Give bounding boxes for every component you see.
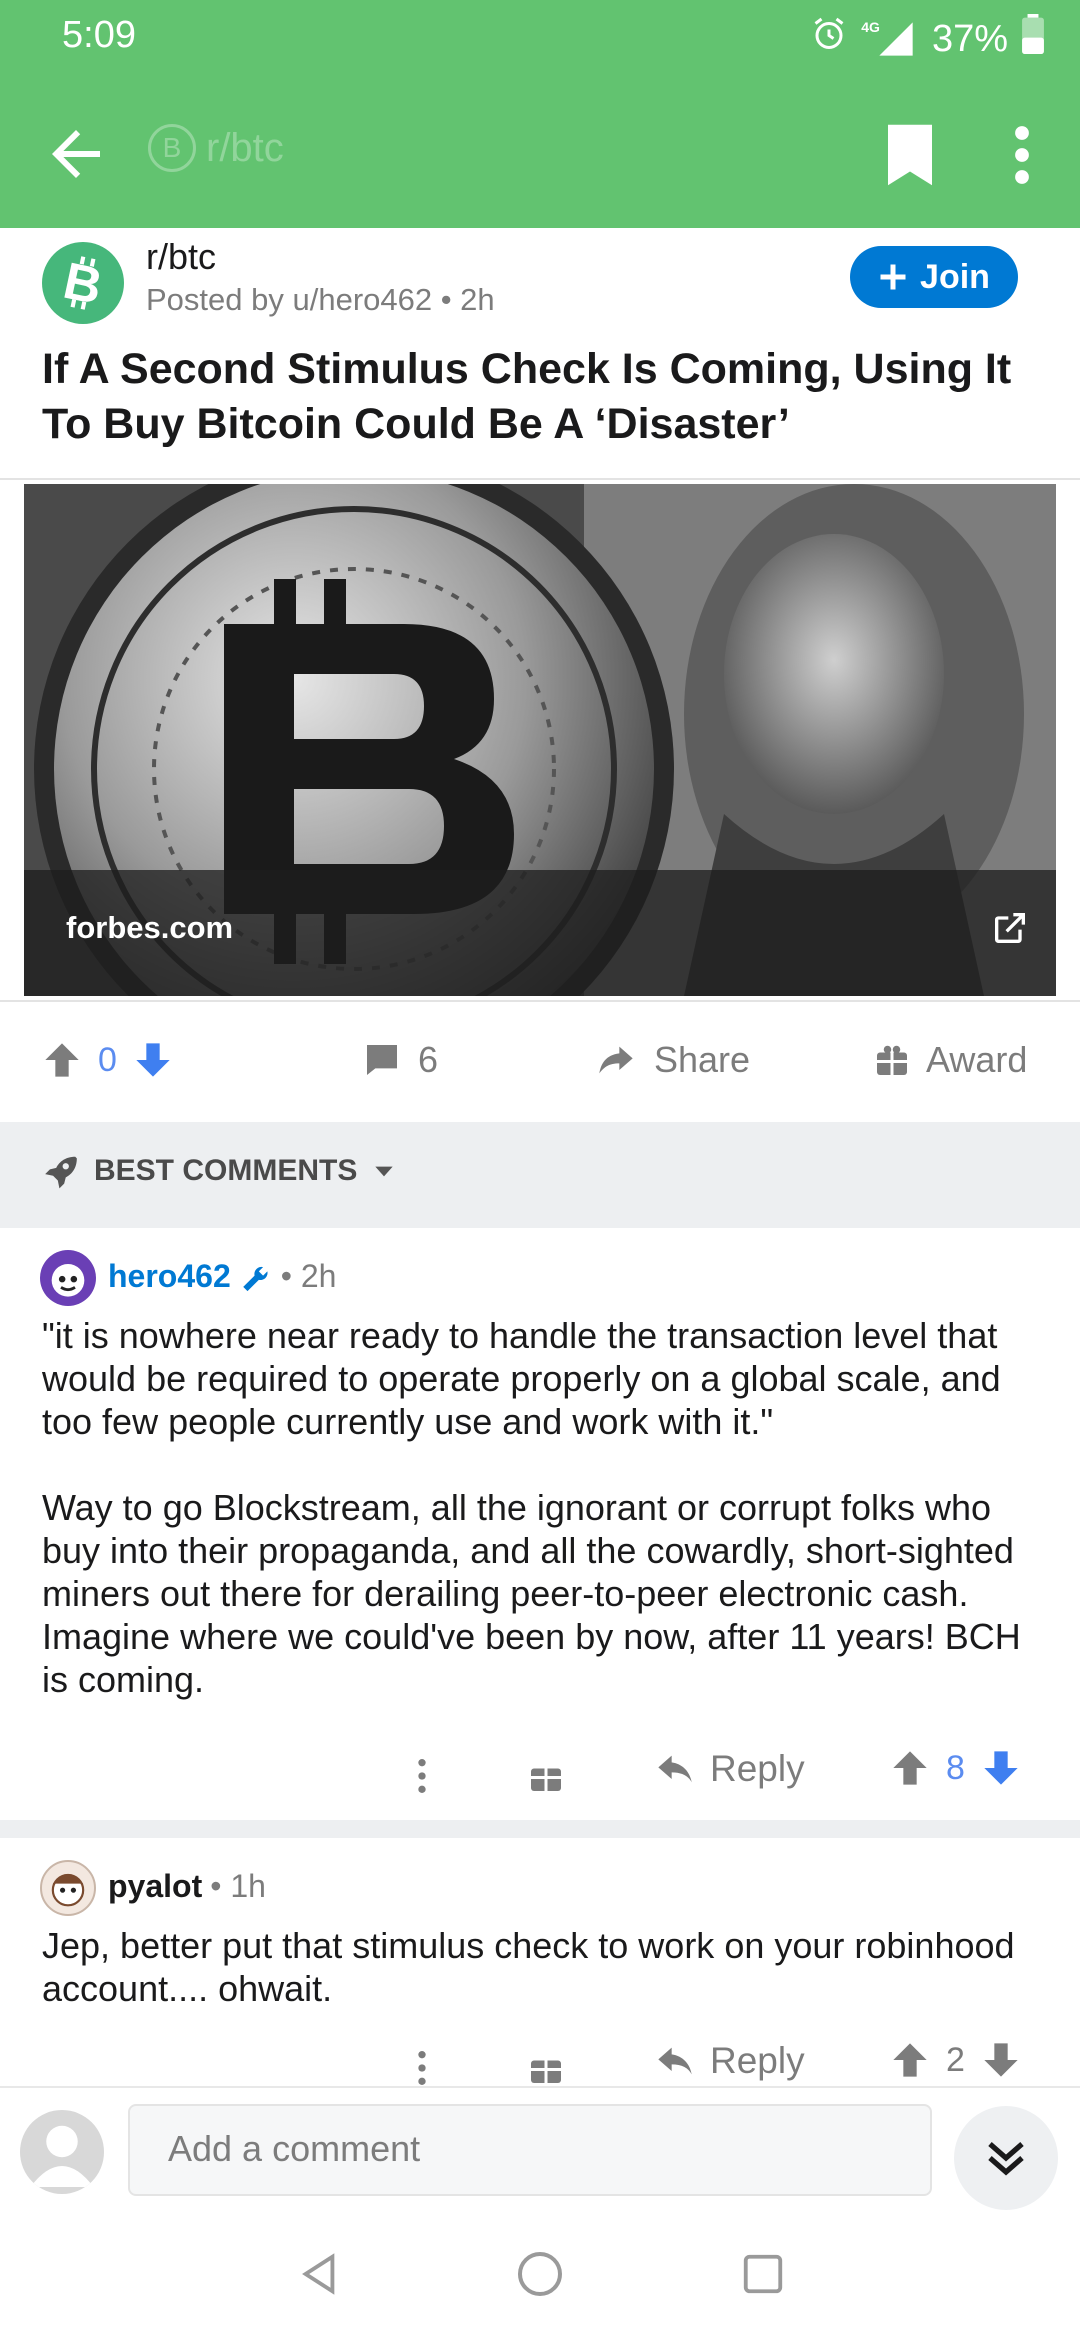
award-icon xyxy=(877,1045,907,1075)
comments-button[interactable]: 6 xyxy=(362,1028,438,1092)
comment-item: hero462 • 2h "it is nowhere near ready t… xyxy=(0,1228,1080,1820)
ghost-subreddit-icon: B xyxy=(148,124,196,172)
chevron-down-icon xyxy=(375,1166,394,1177)
post-action-bar: 0 6 Share Award xyxy=(0,998,1080,1122)
battery-icon xyxy=(1022,14,1044,64)
comment-paragraph: Jep, better put that stimulus check to w… xyxy=(42,1925,1015,2009)
more-vertical-icon xyxy=(1015,126,1029,184)
battery-percent: 37% xyxy=(931,17,1008,60)
status-icons: 4G 37% xyxy=(811,14,1044,64)
comment-action-bar: Reply 2 xyxy=(0,2036,1080,2086)
external-link-icon[interactable] xyxy=(990,908,1030,948)
comment-score: 2 xyxy=(946,2040,965,2079)
link-caption-bar: forbes.com xyxy=(24,870,1056,996)
comment-vote-group: 8 xyxy=(890,1748,1021,1788)
upvote-icon[interactable] xyxy=(42,1040,82,1080)
collapse-comments-button[interactable] xyxy=(954,2106,1058,2210)
mod-wrench-icon xyxy=(242,1266,268,1291)
downvote-icon[interactable] xyxy=(981,2040,1021,2080)
award-icon[interactable] xyxy=(528,2050,564,2086)
subreddit-name[interactable]: r/btc xyxy=(146,236,216,278)
reply-label: Reply xyxy=(710,1748,805,1789)
system-nav-bar xyxy=(0,2210,1080,2340)
sort-label: BEST COMMENTS xyxy=(94,1154,358,1187)
comment-vote-group: 2 xyxy=(890,2040,1021,2080)
comment-body: Jep, better put that stimulus check to w… xyxy=(42,1924,1052,2010)
subreddit-avatar[interactable]: B xyxy=(42,242,124,324)
comment-count: 6 xyxy=(418,1039,439,1080)
more-options-button[interactable] xyxy=(1000,122,1044,188)
link-preview-card[interactable]: forbes.com xyxy=(0,478,1080,1002)
comment-meta: pyalot • 1h xyxy=(108,1868,266,1905)
comment-score: 8 xyxy=(946,1748,965,1787)
more-vertical-icon[interactable] xyxy=(404,1756,440,1796)
award-icon[interactable] xyxy=(528,1758,564,1794)
downvote-icon[interactable] xyxy=(133,1040,173,1080)
post-vote-group: 0 xyxy=(42,1028,173,1092)
comment-username[interactable]: pyalot xyxy=(108,1868,202,1905)
comment-username[interactable]: hero462 xyxy=(108,1258,231,1295)
rocket-icon xyxy=(45,1156,77,1189)
downvote-icon[interactable] xyxy=(981,1748,1021,1788)
share-icon xyxy=(599,1046,633,1074)
comment-divider xyxy=(0,1820,1080,1838)
comment-action-bar: Reply 8 xyxy=(0,1744,1080,1808)
network-icon: 4G xyxy=(861,19,918,59)
comment-meta: hero462 • 2h xyxy=(108,1258,336,1295)
bookmark-icon xyxy=(888,124,932,186)
comment-paragraph: "it is nowhere near ready to handle the … xyxy=(42,1315,1001,1442)
post-header: B r/btc Posted by u/hero462 • 2h Join If… xyxy=(0,228,1080,480)
reply-button[interactable]: Reply xyxy=(654,1748,805,1790)
comment-avatar[interactable] xyxy=(40,1250,96,1306)
plus-icon xyxy=(880,264,906,290)
reply-label: Reply xyxy=(710,2040,805,2081)
alarm-icon xyxy=(811,16,847,62)
comment-body: "it is nowhere near ready to handle the … xyxy=(42,1314,1052,1701)
ghost-subreddit-title: B r/btc xyxy=(148,124,284,172)
ghost-subreddit-label: r/btc xyxy=(206,125,284,170)
reply-button[interactable]: Reply xyxy=(654,2040,805,2082)
nav-recents-icon[interactable] xyxy=(740,2250,786,2298)
user-avatar[interactable] xyxy=(20,2110,104,2194)
posted-by: Posted by u/hero462 • 2h xyxy=(146,282,495,317)
upvote-icon[interactable] xyxy=(890,2040,930,2080)
nav-home-icon[interactable] xyxy=(516,2250,564,2298)
comment-sort-bar: BEST COMMENTS xyxy=(0,1122,1080,1228)
link-domain: forbes.com xyxy=(66,910,234,945)
award-button[interactable]: Award xyxy=(874,1028,1027,1092)
nav-back-icon[interactable] xyxy=(296,2250,342,2298)
comment-age: • 1h xyxy=(210,1868,266,1904)
award-label: Award xyxy=(926,1039,1028,1080)
bitcoin-logo-icon: B xyxy=(59,252,108,314)
comment-icon xyxy=(367,1045,397,1075)
reply-icon xyxy=(658,2047,692,2075)
share-button[interactable]: Share xyxy=(594,1028,750,1092)
app-bar: B r/btc xyxy=(0,78,1080,228)
comment-composer: Add a comment xyxy=(0,2086,1080,2212)
reply-icon xyxy=(658,1755,692,1783)
comment-age: • 2h xyxy=(280,1258,337,1294)
bookmark-button[interactable] xyxy=(882,122,938,188)
comment-item: pyalot • 1h Jep, better put that stimulu… xyxy=(0,1838,1080,2086)
sort-selector[interactable]: BEST COMMENTS xyxy=(42,1152,397,1190)
back-arrow-icon xyxy=(52,130,100,178)
join-button[interactable]: Join xyxy=(850,246,1018,308)
share-label: Share xyxy=(654,1039,751,1080)
join-label: Join xyxy=(920,257,990,296)
comment-avatar[interactable] xyxy=(40,1860,96,1916)
back-button[interactable] xyxy=(40,118,112,190)
upvote-icon[interactable] xyxy=(890,1748,930,1788)
status-bar: 5:09 4G 37% xyxy=(0,0,1080,78)
chevron-double-down-icon xyxy=(988,2142,1024,2176)
link-thumbnail[interactable]: forbes.com xyxy=(24,484,1056,996)
comment-paragraph: Way to go Blockstream, all the ignorant … xyxy=(42,1487,1021,1700)
post-score: 0 xyxy=(98,1040,117,1079)
more-vertical-icon[interactable] xyxy=(404,2048,440,2086)
add-comment-input[interactable]: Add a comment xyxy=(128,2104,932,2196)
post-title[interactable]: If A Second Stimulus Check Is Coming, Us… xyxy=(42,342,1052,452)
status-time: 5:09 xyxy=(62,14,136,56)
